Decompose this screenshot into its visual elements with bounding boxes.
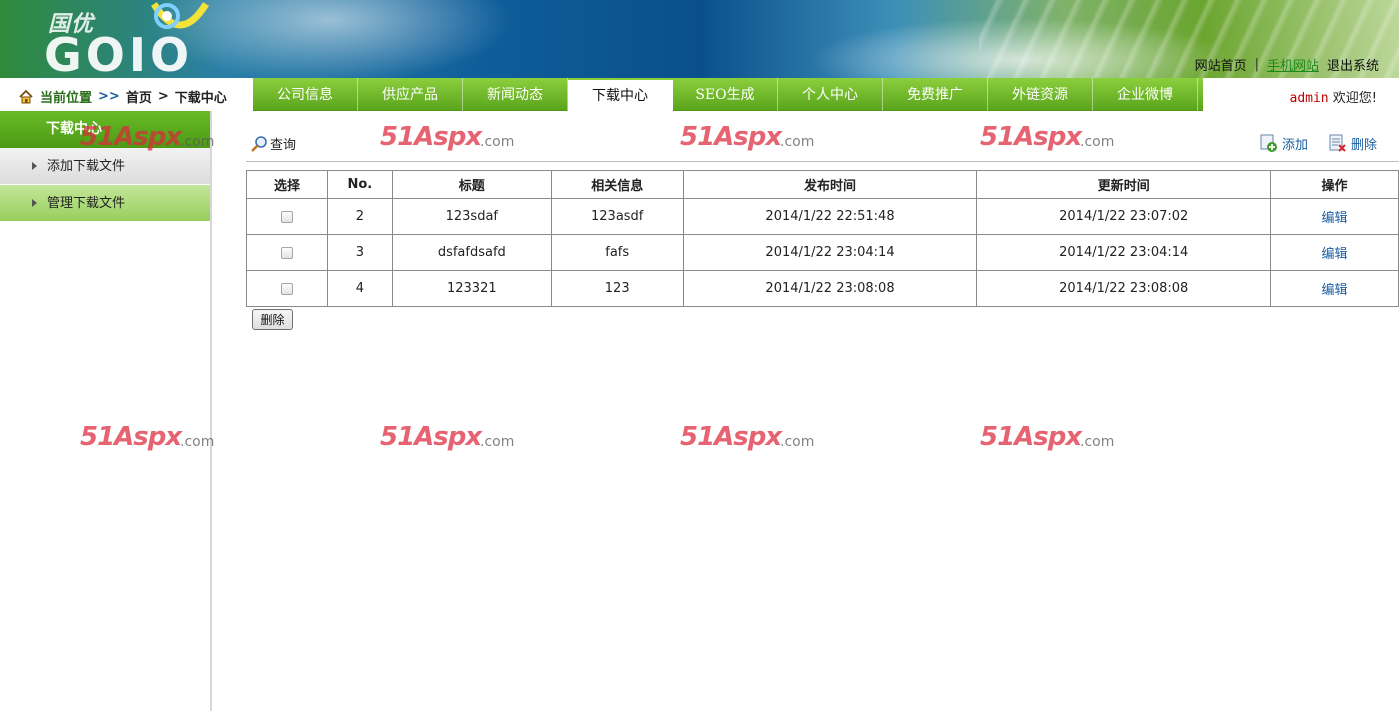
cell-published: 2014/1/22 23:08:08	[682, 270, 978, 307]
sidebar-item-manage-downloads[interactable]: 管理下载文件	[0, 185, 210, 222]
menu-weibo[interactable]: 企业微博	[1093, 78, 1198, 111]
delete-document-icon	[1329, 134, 1346, 152]
breadcrumb-separator: >	[157, 89, 169, 104]
logo-emblem-icon	[151, 2, 209, 29]
col-header-updated: 更新时间	[976, 170, 1272, 199]
col-header-published: 发布时间	[682, 170, 978, 199]
col-header-title: 标题	[391, 170, 552, 199]
watermark-domain: .com	[780, 434, 815, 450]
breadcrumb-current: 下载中心	[174, 91, 227, 106]
cell-info: 123	[550, 270, 684, 307]
logout-link[interactable]: 退出系统	[1327, 55, 1379, 74]
cell-info: fafs	[550, 234, 684, 271]
main-menu: 公司信息 供应产品 新闻动态 下载中心 SEO生成 个人中心 免费推广 外链资源…	[253, 78, 1203, 111]
edit-link[interactable]: 编辑	[1322, 211, 1348, 226]
table-header-row: 选择 No. 标题 相关信息 发布时间 更新时间 操作	[246, 170, 1399, 199]
add-label: 添加	[1282, 137, 1309, 153]
header-banner: 国优 GOIO 网站首页 | 手机网站 退出系统	[0, 0, 1399, 78]
cell-no: 3	[326, 234, 393, 271]
col-header-select: 选择	[246, 170, 328, 199]
menu-download-center[interactable]: 下载中心	[568, 80, 673, 111]
cell-title: 123321	[391, 270, 552, 307]
watermark-domain: .com	[480, 434, 515, 450]
breadcrumb-home[interactable]: 首页	[126, 87, 152, 106]
navigation-bar: 当前位置 >> 首页 > 下载中心 公司信息 供应产品 新闻动态 下载中心 SE…	[0, 78, 1399, 111]
add-button[interactable]: 添加	[1259, 133, 1308, 153]
delete-button[interactable]: 删除	[252, 309, 293, 330]
mobile-site-link[interactable]: 手机网站	[1267, 55, 1319, 74]
menu-external-links[interactable]: 外链资源	[988, 78, 1093, 111]
top-links: 网站首页 | 手机网站 退出系统	[1195, 55, 1379, 74]
col-header-info: 相关信息	[550, 170, 684, 199]
row-checkbox[interactable]	[280, 210, 293, 223]
cell-title: 123sdaf	[391, 198, 552, 235]
welcome-message: admin 欢迎您!	[1290, 87, 1378, 106]
watermark: 51Aspx .com	[980, 422, 1120, 454]
breadcrumb-label: 当前位置	[40, 91, 93, 106]
menu-company-info[interactable]: 公司信息	[253, 78, 358, 111]
downloads-table: 选择 No. 标题 相关信息 发布时间 更新时间 操作 2 123sdaf 12…	[246, 170, 1399, 307]
table-row: 3 dsfafdsafd fafs 2014/1/22 23:04:14 201…	[246, 234, 1399, 271]
watermark: 51Aspx .com	[380, 422, 520, 454]
table-row: 2 123sdaf 123asdf 2014/1/22 22:51:48 201…	[246, 198, 1399, 235]
menu-free-promotion[interactable]: 免费推广	[883, 78, 988, 111]
menu-supply-products[interactable]: 供应产品	[358, 78, 463, 111]
sidebar-title: 下载中心	[0, 111, 210, 148]
row-checkbox[interactable]	[280, 246, 293, 259]
col-header-action: 操作	[1270, 170, 1399, 199]
add-document-icon	[1260, 134, 1277, 152]
table-row: 4 123321 123 2014/1/22 23:08:08 2014/1/2…	[246, 270, 1399, 307]
query-button[interactable]: 查询	[250, 134, 296, 153]
toolbar: 查询 添加 删除	[246, 128, 1399, 162]
watermark-text: 51Aspx	[980, 422, 1082, 452]
site-logo: 国优 GOIO	[44, 0, 244, 78]
cell-updated: 2014/1/22 23:04:14	[976, 234, 1272, 271]
welcome-text: 欢迎您!	[1332, 91, 1377, 106]
home-icon	[19, 89, 33, 103]
delete-toolbar-label: 删除	[1351, 137, 1378, 153]
watermark: 51Aspx .com	[680, 422, 820, 454]
watermark-text: 51Aspx	[680, 422, 782, 452]
breadcrumb-arrow: >>	[98, 89, 120, 104]
watermark-text: 51Aspx	[380, 422, 482, 452]
menu-seo[interactable]: SEO生成	[673, 78, 778, 111]
sidebar: 下载中心 添加下载文件 管理下载文件	[0, 111, 212, 711]
cell-published: 2014/1/22 22:51:48	[682, 198, 978, 235]
cell-title: dsfafdsafd	[391, 234, 552, 271]
cell-no: 2	[326, 198, 393, 235]
query-label: 查询	[270, 138, 297, 153]
delete-toolbar-button[interactable]: 删除	[1328, 133, 1377, 153]
edit-link[interactable]: 编辑	[1322, 283, 1348, 298]
breadcrumb: 当前位置 >> 首页 > 下载中心	[18, 87, 227, 106]
edit-link[interactable]: 编辑	[1322, 247, 1348, 262]
cell-no: 4	[326, 270, 393, 307]
site-home-link[interactable]: 网站首页	[1195, 55, 1247, 74]
username: admin	[1289, 91, 1329, 106]
cell-updated: 2014/1/22 23:07:02	[976, 198, 1272, 235]
cell-updated: 2014/1/22 23:08:08	[976, 270, 1272, 307]
search-icon	[251, 135, 267, 152]
menu-news[interactable]: 新闻动态	[463, 78, 568, 111]
cell-published: 2014/1/22 23:04:14	[682, 234, 978, 271]
watermark-domain: .com	[1080, 434, 1115, 450]
col-header-no: No.	[326, 170, 393, 199]
sidebar-item-add-download[interactable]: 添加下载文件	[0, 148, 210, 185]
row-checkbox[interactable]	[280, 282, 293, 295]
cell-info: 123asdf	[550, 198, 684, 235]
link-separator: |	[1254, 57, 1259, 72]
menu-personal-center[interactable]: 个人中心	[778, 78, 883, 111]
